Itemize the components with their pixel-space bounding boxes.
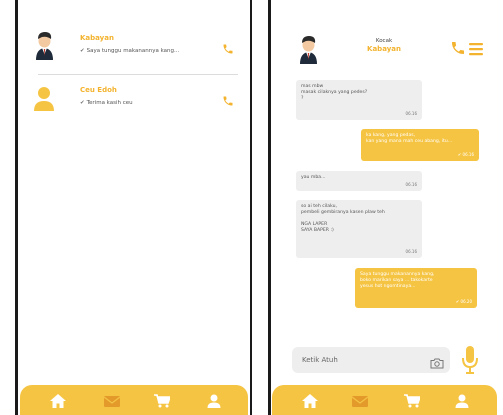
message-input[interactable] (292, 347, 450, 373)
man-avatar-icon (32, 30, 56, 60)
message-time: ✔ 06.16 (458, 152, 474, 158)
message-time: 06.16 (405, 182, 417, 187)
phone-icon[interactable] (450, 40, 466, 56)
profile-icon[interactable] (206, 393, 222, 408)
message-bubble-incoming: so ai teh cilaku, pembeli gembiranya kas… (296, 200, 422, 258)
message-bubble-outgoing: Saya tunggu makanannya kang, boko marika… (355, 268, 477, 308)
chat-name: Ceu Edoh (80, 86, 117, 94)
mail-icon[interactable] (351, 393, 369, 407)
message-line: yesus hot ngomtinaya... (360, 284, 416, 289)
message-time-text: 06.16 (462, 152, 474, 157)
chat-item-kabayan[interactable]: Kabayan ✔ Saya tunggu makanannya kang... (18, 22, 250, 74)
message-line: SAYA BAPER :) (301, 228, 334, 233)
contact-avatar (296, 34, 320, 64)
message-time: 06.16 (405, 111, 417, 116)
camera-icon[interactable] (430, 354, 444, 369)
chat-list-screen: Kabayan ✔ Saya tunggu makanannya kang... … (18, 0, 250, 415)
read-check-icon: ✔ (80, 100, 85, 106)
chat-name: Kabayan (80, 34, 114, 42)
message-bubble-outgoing: ka kang, yang pedas, kan yang mana mah c… (361, 129, 479, 161)
message-time: 06.16 (405, 249, 417, 254)
chat-item-ceu-edoh[interactable]: Ceu Edoh ✔ Terima kasih ceu (18, 76, 250, 128)
phone-icon[interactable] (222, 40, 234, 54)
profile-icon[interactable] (454, 393, 470, 408)
message-bubble-incoming: mas mbw masak cilaknya yang pedes? ? 06.… (296, 80, 422, 120)
chat-conversation-screen: Kocak Kabayan mas mbw masak cilaknya yan… (272, 0, 497, 415)
cart-icon[interactable] (154, 393, 172, 408)
chat-preview: ✔ Saya tunggu makanannya kang... (80, 48, 179, 54)
message-line: kan yang mana mah ceu abang, itu... (366, 139, 453, 144)
cart-icon[interactable] (404, 393, 422, 408)
message-time: ✔ 06.20 (456, 299, 472, 305)
home-icon[interactable] (302, 393, 318, 408)
bottom-nav (272, 385, 497, 415)
center-device-border-left (250, 0, 252, 415)
message-line: ? (301, 96, 304, 101)
center-device-border-right (268, 0, 271, 415)
bottom-nav (20, 385, 248, 415)
chat-preview: ✔ Terima kasih ceu (80, 100, 133, 106)
microphone-icon[interactable] (462, 346, 478, 374)
message-time-text: 06.20 (460, 299, 472, 304)
read-check-icon: ✔ (80, 48, 85, 54)
contact-subtitle: Kocak (375, 38, 393, 44)
home-icon[interactable] (50, 393, 66, 408)
chat-preview-text: Saya tunggu makanannya kang... (86, 48, 180, 54)
man-avatar-icon (300, 36, 317, 64)
user-silhouette-icon (32, 84, 56, 112)
message-bubble-incoming: yau mba... 06.16 (296, 171, 422, 191)
chat-preview-text: Terima kasih ceu (86, 100, 133, 106)
phone-icon[interactable] (222, 92, 234, 106)
contact-name: Kabayan (367, 45, 401, 53)
mail-icon[interactable] (103, 393, 121, 407)
menu-icon[interactable] (469, 41, 483, 56)
message-line: yau mba... (301, 175, 326, 180)
chat-divider (38, 74, 238, 75)
